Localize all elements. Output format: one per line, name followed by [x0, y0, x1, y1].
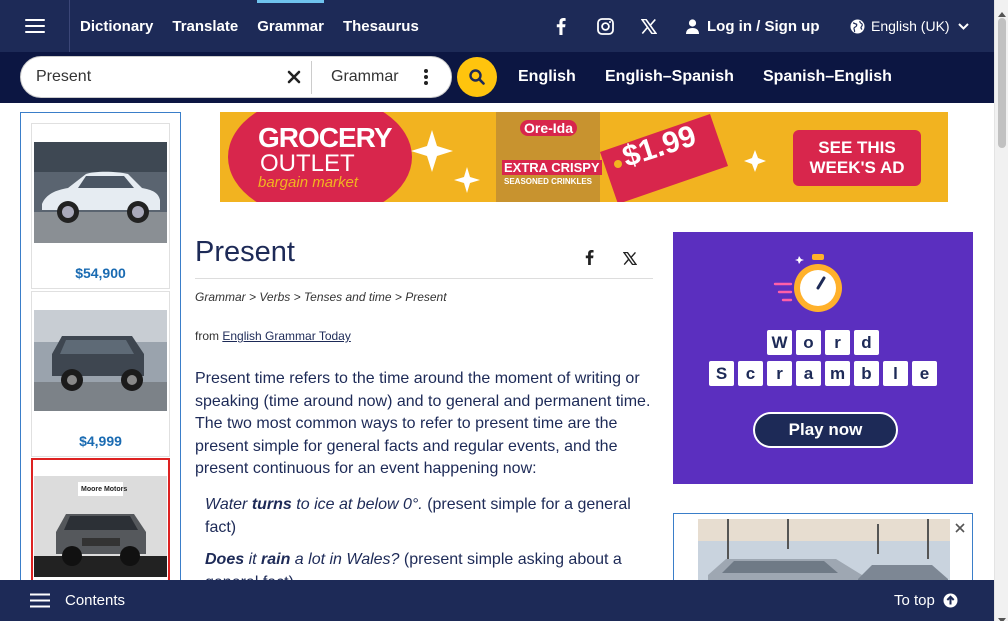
- banner-product-brand: Ore-Ida: [520, 120, 578, 136]
- arrow-up-circle-icon: [943, 593, 958, 608]
- login-label: Log in / Sign up: [707, 17, 820, 35]
- article: Present Grammar > Verbs > Tenses and tim…: [195, 232, 655, 591]
- nav-thesaurus[interactable]: Thesaurus: [343, 0, 419, 52]
- letter-tile: o: [796, 330, 821, 355]
- letter-tile: r: [767, 361, 792, 386]
- example-text: Water: [205, 496, 252, 513]
- social-links: [548, 0, 662, 52]
- scrollbar-thumb[interactable]: [998, 18, 1006, 148]
- page-scrollbar[interactable]: [994, 0, 1008, 621]
- letter-tile: c: [738, 361, 763, 386]
- letter-tile: m: [825, 361, 850, 386]
- left-car-ad[interactable]: $54,900 $4,999 Moore Motors: [20, 112, 181, 592]
- chevron-down-icon: [957, 22, 969, 30]
- letter-tile: d: [854, 330, 879, 355]
- search-divider: [311, 61, 312, 94]
- car-price: $54,900: [75, 265, 126, 281]
- nav-grammar[interactable]: Grammar: [257, 0, 324, 52]
- letter-tile: b: [854, 361, 879, 386]
- letter-tile: e: [912, 361, 937, 386]
- dealer-logo: Moore Motors: [81, 486, 128, 493]
- banner-ad[interactable]: GROCERY OUTLET bargain market Ore-Ida EX…: [220, 112, 948, 202]
- play-now-button[interactable]: Play now: [753, 412, 898, 448]
- car-price: $4,999: [79, 433, 122, 449]
- language-label: English (UK): [871, 18, 950, 34]
- list-icon: [30, 593, 50, 608]
- bottom-bar: Contents To top: [0, 580, 994, 621]
- contents-button[interactable]: Contents: [30, 592, 125, 609]
- search-icon: [469, 69, 485, 85]
- example-verb: turns: [251, 496, 292, 513]
- stopwatch-icon: [773, 250, 853, 321]
- breadcrumb[interactable]: Grammar > Verbs > Tenses and time > Pres…: [195, 290, 447, 304]
- search-button[interactable]: [457, 57, 497, 97]
- example-text: a lot in Wales?: [290, 551, 400, 568]
- dictionary-select[interactable]: Grammar: [331, 68, 399, 86]
- login-link[interactable]: Log in / Sign up: [686, 0, 819, 52]
- share-x-icon[interactable]: [622, 251, 638, 270]
- scroll-down-icon[interactable]: [998, 611, 1006, 621]
- car-photo: [34, 310, 167, 411]
- globe-icon: [850, 19, 865, 34]
- search-input[interactable]: [36, 68, 276, 86]
- letter-tile: l: [883, 361, 908, 386]
- search-bar: Grammar English English–Spanish Spanish–…: [0, 52, 994, 103]
- nav-dictionary[interactable]: Dictionary: [80, 0, 153, 52]
- to-top-button[interactable]: To top: [894, 592, 958, 609]
- dict-link-english-spanish[interactable]: English–Spanish: [605, 68, 734, 86]
- dict-link-spanish-english[interactable]: Spanish–English: [763, 68, 892, 86]
- letter-tile: W: [767, 330, 792, 355]
- banner-product-line1: EXTRA CRISPY: [502, 160, 602, 175]
- letter-tile: S: [709, 361, 734, 386]
- example-text: it: [244, 551, 262, 568]
- more-options-icon[interactable]: [423, 68, 429, 86]
- close-icon[interactable]: [955, 520, 965, 538]
- source-link[interactable]: English Grammar Today: [222, 329, 351, 343]
- source-prefix: from: [195, 329, 223, 343]
- example-verb: rain: [261, 551, 291, 568]
- dict-link-english[interactable]: English: [518, 68, 576, 86]
- menu-button[interactable]: [0, 0, 70, 52]
- scramble-title: S c r a m b l e: [673, 361, 973, 386]
- car-listing-selected[interactable]: Moore Motors: [31, 458, 170, 592]
- language-selector[interactable]: English (UK): [850, 0, 969, 52]
- share-facebook-icon[interactable]: [585, 250, 594, 270]
- banner-cta-line1: SEE THIS: [818, 138, 896, 157]
- car-photo: [34, 142, 167, 243]
- x-icon[interactable]: [636, 13, 662, 39]
- example-verb: Does: [205, 551, 245, 568]
- car-listing[interactable]: $4,999: [31, 291, 170, 457]
- search-box: Grammar: [20, 56, 452, 98]
- car-listing[interactable]: $54,900: [31, 123, 170, 289]
- instagram-icon[interactable]: [592, 13, 618, 39]
- letter-tile: a: [796, 361, 821, 386]
- facebook-icon[interactable]: [548, 13, 574, 39]
- banner-product-line2: SEASONED CRINKLES: [504, 177, 593, 186]
- example-text: to ice at below 0°.: [291, 496, 423, 513]
- letter-tile: r: [825, 330, 850, 355]
- banner-brand-line3: bargain market: [258, 174, 359, 191]
- nav-translate[interactable]: Translate: [172, 0, 238, 52]
- contents-label: Contents: [65, 592, 126, 609]
- clear-search-icon[interactable]: [287, 70, 303, 86]
- source-line: from English Grammar Today: [195, 329, 351, 343]
- scramble-title: W o r d: [673, 330, 973, 355]
- page: Dictionary Translate Grammar Thesaurus L…: [0, 0, 1008, 621]
- intro-paragraph: Present time refers to the time around t…: [195, 370, 651, 477]
- hamburger-icon: [24, 19, 45, 33]
- banner-cta-line2: WEEK'S AD: [809, 158, 905, 177]
- to-top-label: To top: [894, 592, 935, 609]
- example-sentence: Water turns to ice at below 0°. (present…: [205, 494, 645, 539]
- title-divider: [195, 278, 653, 279]
- word-scramble-promo[interactable]: W o r d S c r a m b l e Play now: [673, 232, 973, 484]
- user-icon: [686, 18, 699, 34]
- top-nav: Dictionary Translate Grammar Thesaurus L…: [0, 0, 994, 52]
